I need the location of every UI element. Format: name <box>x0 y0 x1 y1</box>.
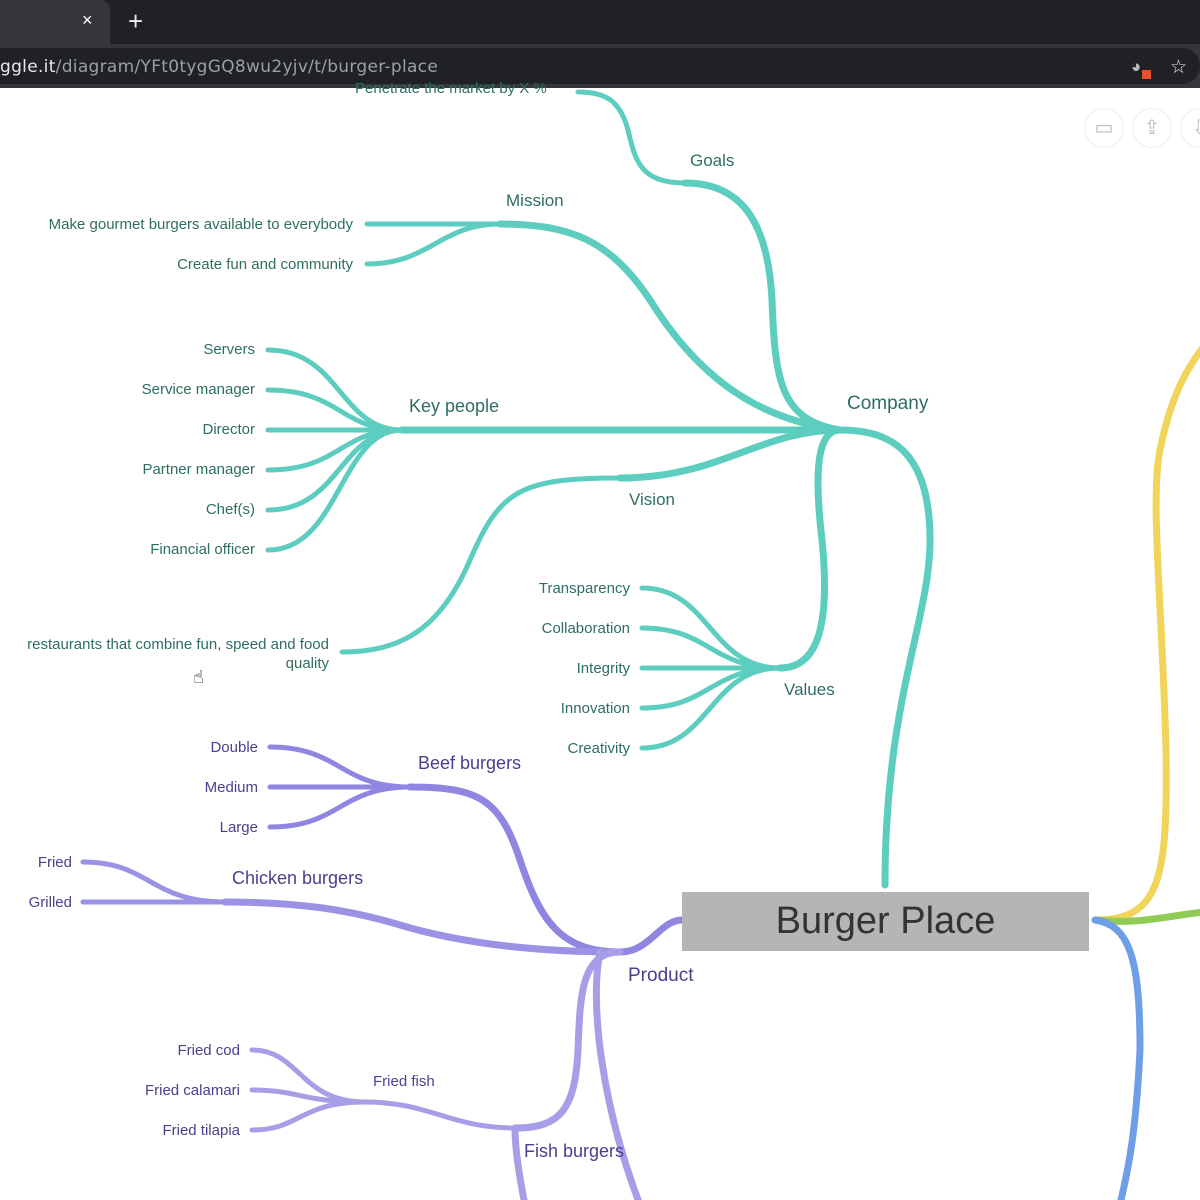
node-company[interactable]: Company <box>847 393 928 415</box>
node-person[interactable]: Director <box>202 421 255 438</box>
branch-company <box>836 426 934 889</box>
node-mission-1[interactable]: Make gourmet burgers available to everyb… <box>49 216 353 233</box>
branch-mission-2 <box>364 221 503 267</box>
branch-beef <box>406 783 624 956</box>
hand-cursor-icon: ☝ <box>193 667 204 687</box>
node-value[interactable]: Collaboration <box>542 620 630 637</box>
node-goal[interactable]: Penetrate the market by X % <box>355 80 547 97</box>
presentation-icon[interactable]: ▭ <box>1084 108 1124 148</box>
node-fried-fish[interactable]: Fried fish <box>373 1073 435 1090</box>
node-values[interactable]: Values <box>784 680 835 700</box>
node-person[interactable]: Servers <box>203 341 255 358</box>
branch-chicken <box>221 898 624 956</box>
node-chicken[interactable]: Chicken burgers <box>232 868 363 889</box>
node-person[interactable]: Partner manager <box>142 461 255 478</box>
branch-values <box>776 426 844 672</box>
node-product[interactable]: Product <box>628 965 693 987</box>
node-fish-item[interactable]: Fried calamari <box>145 1082 240 1099</box>
branch-product <box>616 916 686 956</box>
node-value[interactable]: Innovation <box>561 700 630 717</box>
share-icon[interactable]: ⇪ <box>1132 108 1172 148</box>
node-person[interactable]: Financial officer <box>150 541 255 558</box>
mindmap-connections <box>80 89 1200 1200</box>
node-beef-item[interactable]: Large <box>220 819 258 836</box>
node-person[interactable]: Service manager <box>142 381 255 398</box>
branch-blue <box>1091 916 1144 1200</box>
key-people-branches <box>265 347 405 553</box>
node-key-people[interactable]: Key people <box>409 396 499 417</box>
node-fish-item[interactable]: Fried tilapia <box>162 1122 240 1139</box>
node-mission-2[interactable]: Create fun and community <box>177 256 353 273</box>
node-person[interactable]: Chef(s) <box>206 501 255 518</box>
node-value[interactable]: Integrity <box>577 660 630 677</box>
branch-yellow <box>1091 345 1200 924</box>
node-mission[interactable]: Mission <box>506 191 564 211</box>
node-value[interactable]: Transparency <box>539 580 630 597</box>
branch-goals <box>681 179 844 434</box>
branch-fried-fish <box>362 1099 518 1131</box>
node-goals[interactable]: Goals <box>690 151 734 171</box>
node-vision-1[interactable]: restaurants that combine fun, speed and … <box>0 635 329 673</box>
branch-vision <box>616 426 844 482</box>
node-vision[interactable]: Vision <box>629 490 675 510</box>
node-chicken-item[interactable]: Fried <box>38 854 72 871</box>
node-fish-item[interactable]: Fried cod <box>177 1042 240 1059</box>
node-value[interactable]: Creativity <box>567 740 630 757</box>
values-branches <box>639 585 783 751</box>
branch-fish <box>511 948 624 1132</box>
branch-goal-1 <box>575 89 688 186</box>
node-beef[interactable]: Beef burgers <box>418 753 521 774</box>
node-chicken-item[interactable]: Grilled <box>29 894 72 911</box>
node-beef-item[interactable]: Medium <box>205 779 258 796</box>
node-fish[interactable]: Fish burgers <box>524 1141 624 1162</box>
root-node[interactable]: Burger Place <box>682 892 1089 951</box>
node-beef-item[interactable]: Double <box>210 739 258 756</box>
